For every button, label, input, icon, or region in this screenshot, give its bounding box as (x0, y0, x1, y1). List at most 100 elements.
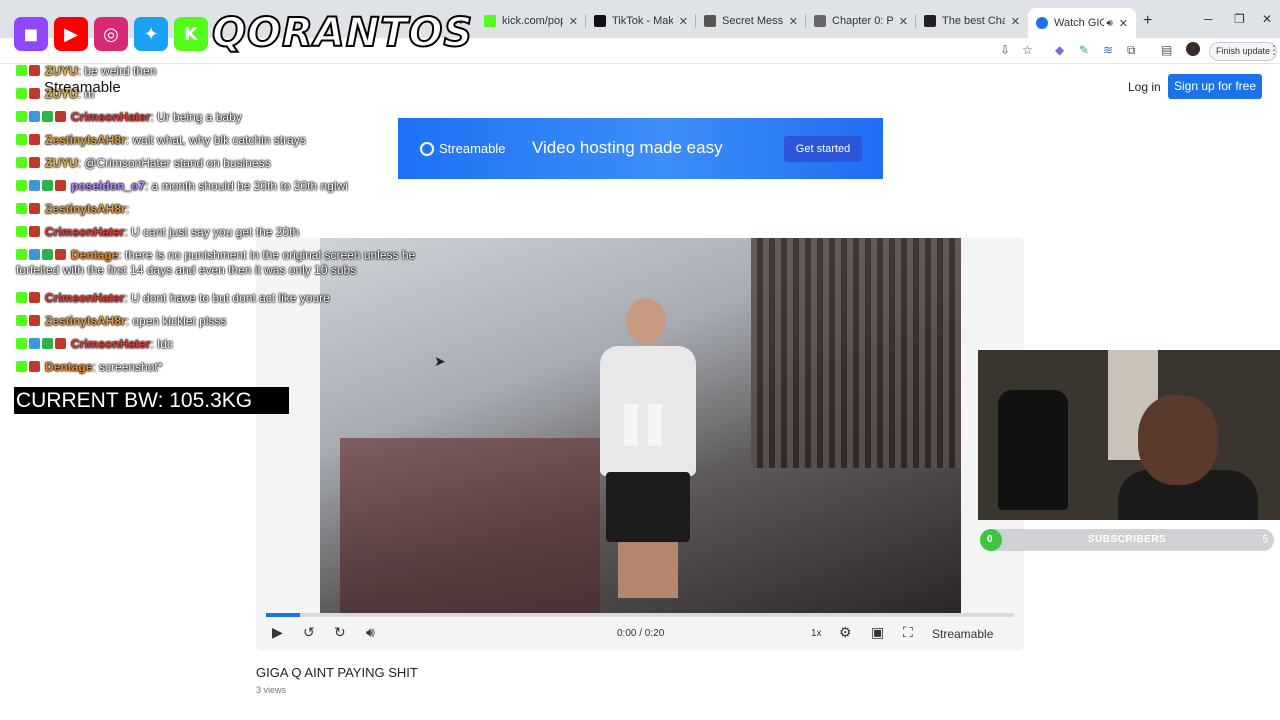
chat-username[interactable]: CrimsonHater (71, 110, 150, 124)
chat-badge-icon (16, 156, 42, 170)
video-storefront (751, 238, 961, 468)
menu-kebab-icon[interactable]: ⋮ (1268, 43, 1280, 57)
profile-avatar[interactable] (1186, 42, 1200, 56)
chat-text: : wait what, why blk catchin strays (125, 133, 306, 147)
close-icon[interactable]: ✕ (789, 15, 798, 28)
picture-in-picture-icon[interactable]: ▣ (871, 624, 884, 641)
restore-icon[interactable]: ❐ (1234, 12, 1245, 26)
chat-badge-icon (16, 133, 42, 147)
minimize-icon[interactable]: ─ (1204, 12, 1213, 26)
chat-username[interactable]: ZestinyIsAH8r (45, 314, 126, 328)
tab-kick-popout[interactable]: kick.com/popout ✕ (476, 8, 586, 34)
chat-message: CrimsonHater: Idc (16, 337, 456, 360)
webcam-feed (978, 350, 1280, 520)
new-tab-icon[interactable]: + (1143, 12, 1152, 30)
chat-username[interactable]: ZUYU (45, 156, 78, 170)
mouse-cursor-icon: ➤ (434, 353, 446, 369)
chat-message: ZestinyIsAH8r: open kicklet plsss (16, 314, 456, 337)
extension-icon[interactable]: ◆ (1055, 43, 1064, 57)
chat-username[interactable]: CrimsonHater (45, 291, 124, 305)
signup-button[interactable]: Sign up for free (1168, 74, 1262, 99)
chat-username[interactable]: ZestinyIsAH8r (45, 202, 126, 216)
view-count: 3 views (256, 685, 287, 695)
fullscreen-icon[interactable]: ⛶ (903, 624, 913, 641)
player-brand[interactable]: Streamable (932, 627, 993, 641)
tab-title: The best ChatBot (942, 15, 1005, 27)
tab-secret-message[interactable]: Secret Message L ✕ (696, 8, 806, 34)
chat-username[interactable]: poseidon_o7 (71, 179, 145, 193)
chat-text: : a month should be 20th to 20th nglwi (145, 179, 348, 193)
chat-text: : Idc (150, 337, 174, 351)
tab-watch-giga-active[interactable]: Watch GIGA C 🔊︎ ✕ (1028, 8, 1136, 38)
tab-chapter-prologue[interactable]: Chapter 0: Prolog ✕ (806, 8, 916, 34)
rewind-icon[interactable]: ↺ (303, 624, 315, 641)
banner-tagline: Video hosting made easy (532, 138, 723, 157)
close-icon[interactable]: ✕ (899, 15, 908, 28)
close-icon[interactable]: ✕ (1011, 15, 1020, 28)
chat-badge-icon (16, 110, 68, 124)
kick-icon: K (174, 17, 208, 51)
site-favicon-icon (704, 15, 716, 27)
chat-message: ZUYU: be weird then (16, 64, 456, 87)
chat-badge-icon (16, 314, 42, 328)
chat-username[interactable]: CrimsonHater (45, 225, 124, 239)
chat-username[interactable]: ZUYU (45, 87, 78, 101)
tab-tiktok[interactable]: TikTok - Make Yo ✕ (586, 8, 696, 34)
chat-badge-icon (16, 179, 68, 193)
tab-title: Chapter 0: Prolog (832, 15, 893, 27)
tab-chatbot[interactable]: The best ChatBot ✕ (916, 8, 1028, 34)
chat-badge-icon (16, 87, 42, 101)
tiktok-favicon-icon (594, 15, 606, 27)
progress-fill (266, 613, 300, 617)
login-link[interactable]: Log in (1128, 80, 1161, 94)
tab-title: Watch GIGA C (1054, 17, 1105, 29)
chat-badge-icon (16, 360, 42, 374)
chat-badge-icon (16, 202, 42, 216)
chat-badge-icon (16, 225, 42, 239)
get-started-button[interactable]: Get started (784, 136, 862, 162)
settings-gear-icon[interactable]: ⚙ (839, 624, 852, 641)
time-display: 0:00 / 0:20 (617, 628, 665, 639)
close-icon[interactable]: ✕ (569, 15, 578, 28)
chat-text: : U dont have to but dont act like youre (124, 291, 330, 305)
extensions-puzzle-icon[interactable]: ⧉ (1127, 43, 1136, 58)
playback-speed[interactable]: 1x (811, 628, 822, 639)
audio-extension-icon[interactable]: ≋ (1103, 43, 1113, 57)
sidebar-icon[interactable]: ▤ (1161, 43, 1172, 57)
twitch-icon: ◼ (14, 17, 48, 51)
close-icon[interactable]: ✕ (679, 15, 688, 28)
chat-text: : screenshot* (92, 360, 163, 374)
chat-message: CrimsonHater: Ur being a baby (16, 110, 456, 133)
chat-username[interactable]: CrimsonHater (71, 337, 150, 351)
instagram-icon: ◎ (94, 17, 128, 51)
promo-banner[interactable]: Streamable Video hosting made easy Get s… (398, 118, 883, 179)
chat-badge-icon (16, 64, 42, 78)
close-window-icon[interactable]: ✕ (1262, 12, 1272, 26)
chat-username[interactable]: Dentage (45, 360, 92, 374)
speaker-icon[interactable]: 🔊︎ (1106, 18, 1112, 29)
bookmark-star-icon[interactable]: ☆ (1022, 43, 1033, 57)
translate-extension-icon[interactable]: ✎ (1079, 43, 1089, 57)
chat-overlay: ZUYU: be weird then ZUYU: m CrimsonHater: … (16, 64, 456, 383)
chat-username[interactable]: ZUYU (45, 64, 78, 78)
chat-username[interactable]: ZestinyIsAH8r (45, 133, 126, 147)
chat-text: : @CrimsonHater stand on business (77, 156, 271, 170)
youtube-icon: ▶ (54, 17, 88, 51)
chat-message: CrimsonHater: U dont have to but dont ac… (16, 291, 456, 314)
chat-message: Dentage: there is no punishment in the o… (16, 248, 456, 291)
pause-overlay-icon[interactable] (618, 404, 668, 446)
progress-bar[interactable] (266, 613, 1014, 617)
play-icon[interactable]: ▶ (272, 624, 283, 641)
streamer-handle: QORANTOS (211, 9, 474, 57)
chat-username[interactable]: Dentage (71, 248, 118, 262)
site-favicon-icon (814, 15, 826, 27)
subscriber-goal: 5 (1262, 534, 1268, 545)
install-app-icon[interactable]: ⇩ (1000, 43, 1010, 57)
forward-icon[interactable]: ↻ (334, 624, 346, 641)
video-person (588, 298, 708, 598)
github-favicon-icon (924, 15, 936, 27)
finish-update-button[interactable]: Finish update (1209, 42, 1278, 61)
tab-title: TikTok - Make Yo (612, 15, 673, 27)
volume-icon[interactable]: 🔊︎ (366, 624, 375, 641)
close-icon[interactable]: ✕ (1119, 17, 1128, 30)
